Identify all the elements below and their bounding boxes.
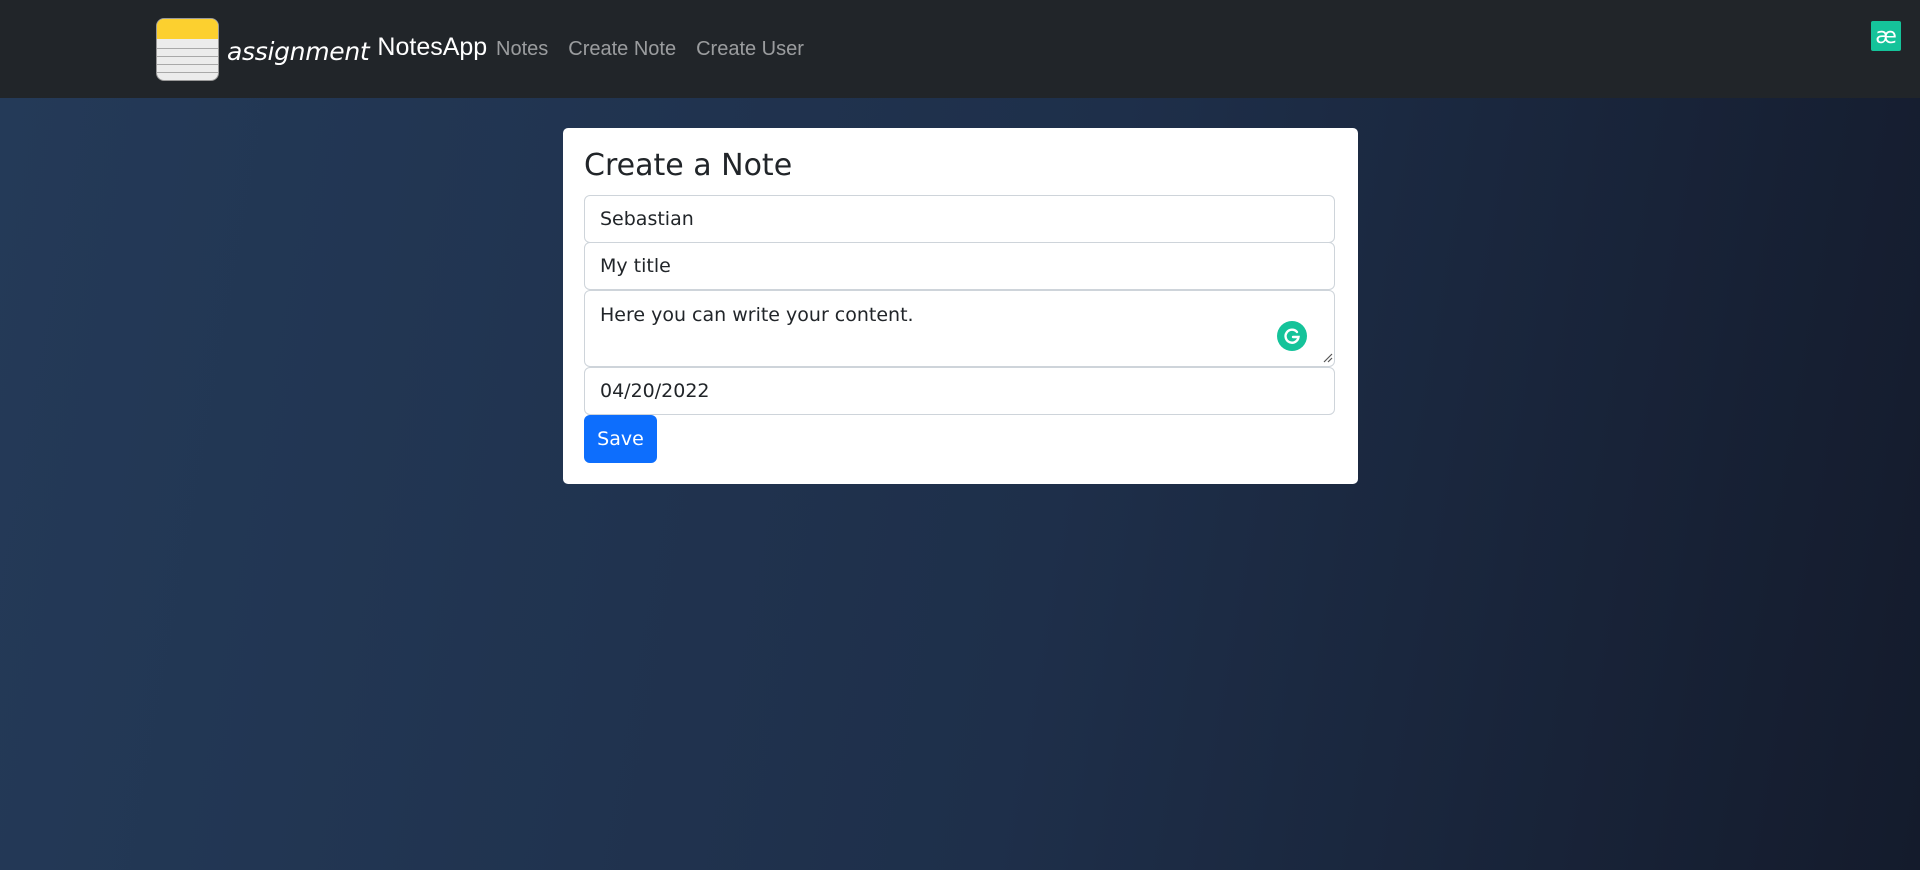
brand-link[interactable]: assignment NotesApp [156,17,487,81]
title-input[interactable] [584,242,1335,290]
nav-link-create-user[interactable]: Create User [696,38,804,61]
navbar: assignment NotesApp Notes Create Note Cr… [0,0,1920,98]
notepad-icon [156,17,219,81]
content-textarea[interactable]: Here you can write your content. [584,290,1335,367]
brand-word: assignment [227,36,370,66]
extension-icon[interactable]: æ [1871,21,1901,51]
nav-links: Notes Create Note Create User [496,38,804,61]
nav-link-notes[interactable]: Notes [496,38,548,61]
brand-name: NotesApp [377,32,488,61]
grammarly-icon[interactable] [1277,321,1307,351]
form-title: Create a Note [584,148,793,183]
author-input[interactable] [584,195,1335,243]
save-button[interactable]: Save [584,415,657,463]
resize-handle-icon[interactable] [1323,353,1333,363]
date-input[interactable] [584,367,1335,415]
create-note-card: Create a Note Here you can write your co… [563,128,1358,484]
nav-link-create-note[interactable]: Create Note [568,38,676,61]
